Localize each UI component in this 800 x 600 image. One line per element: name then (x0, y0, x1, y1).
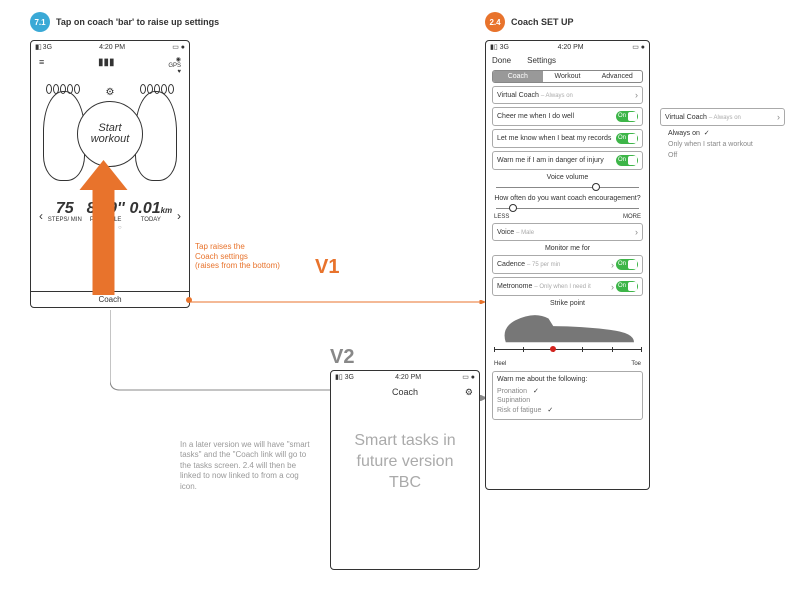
placeholder-text: Smart tasks in future version TBC (331, 401, 479, 523)
toggle-on[interactable] (616, 259, 638, 270)
status-right: ▭ ● (172, 43, 185, 51)
label-v1: V1 (315, 256, 339, 279)
label-monitor: Monitor me for (486, 245, 649, 252)
chevron-left-icon[interactable]: ‹ (39, 209, 43, 223)
option-always-on[interactable]: Always on ✓ (668, 128, 785, 139)
slider-encouragement[interactable] (496, 204, 639, 212)
signal-label: ▮▯ 3G (35, 43, 52, 51)
warn-pronation[interactable]: Pronation✓ (497, 386, 638, 396)
warn-header: Warn me about the following: (497, 376, 638, 383)
slider-volume[interactable] (496, 183, 639, 191)
clock: 4:20 PM (99, 44, 125, 51)
status-bar: ▮▯ 3G 4:20 PM ▭ ● (486, 41, 649, 53)
menu-icon[interactable]: ≡ (39, 57, 44, 67)
row-metronome[interactable]: Metronome – Only when I need it› (492, 277, 643, 296)
status-bar: ▮▯ 3G 4:20 PM ▭ ● (331, 371, 479, 383)
toggle-on[interactable] (616, 281, 638, 292)
warn-fatigue[interactable]: Risk of fatigue✓ (497, 405, 638, 415)
chevron-right-icon[interactable]: › (177, 209, 181, 223)
option-workout-only[interactable]: Only when I start a workout (668, 139, 785, 150)
start-line2: workout (91, 134, 130, 145)
phone-workout: ▮▯ 3G 4:20 PM ▭ ● ≡ ▮▮▮ ◉GPS♥ ⚙ Start wo… (30, 40, 190, 308)
metric-distance: 0.01kmTODAY (129, 201, 172, 223)
done-button[interactable]: Done (492, 56, 511, 65)
chevron-right-icon: › (635, 227, 638, 237)
page-dots[interactable]: ● ○ ○ (37, 225, 183, 231)
virtual-coach-popover: Virtual Coach – Always on › Always on ✓ … (660, 108, 785, 162)
badge-7-1: 7.1 (30, 12, 50, 32)
check-icon: ✓ (533, 387, 539, 395)
row-virtual-coach[interactable]: Virtual Coach – Always on › (492, 86, 643, 104)
coach-bar[interactable]: Coach (31, 291, 189, 307)
option-off[interactable]: Off (668, 150, 785, 161)
tab-workout[interactable]: Workout (543, 71, 593, 82)
check-icon: ✓ (547, 406, 553, 414)
strike-marker[interactable] (550, 346, 556, 352)
signal-label: ▮▯ 3G (335, 373, 354, 381)
coach-title: Coach (392, 387, 418, 397)
row-records[interactable]: Let me know when I beat my records (492, 129, 643, 148)
shoe-icon (494, 309, 641, 347)
row-injury[interactable]: Warn me if I am in danger of injury (492, 151, 643, 170)
check-icon: ✓ (704, 130, 710, 137)
bars-icon[interactable]: ▮▮▮ (98, 57, 115, 68)
strike-scale[interactable] (494, 349, 641, 361)
status-bar: ▮▯ 3G 4:20 PM ▭ ● (31, 41, 189, 53)
gear-icon[interactable]: ⚙ (465, 387, 473, 398)
chevron-right-icon: › (777, 112, 780, 122)
warn-supination[interactable]: Supination (497, 396, 638, 405)
badge-2-4: 2.4 (485, 12, 505, 32)
toggle-on[interactable] (616, 155, 638, 166)
annotation-tap-raises: Tap raises the Coach settings (raises fr… (195, 242, 280, 271)
label-voice-volume: Voice volume (486, 174, 649, 181)
segmented-control[interactable]: Coach Workout Advanced (492, 70, 643, 83)
tab-coach[interactable]: Coach (493, 71, 543, 82)
toggle-on[interactable] (616, 111, 638, 122)
row-cheer[interactable]: Cheer me when I do well (492, 107, 643, 126)
settings-title: Settings (511, 56, 643, 65)
metric-pace: 8'40''PACE/MILE (87, 201, 125, 223)
note-v2: In a later version we will have "smart t… (180, 440, 310, 492)
metric-steps: 75STEPS/ MIN (48, 201, 82, 223)
label-strike: Strike point (486, 300, 649, 307)
start-workout-button[interactable]: Start workout (77, 101, 143, 167)
row-voice[interactable]: Voice – Male› (492, 223, 643, 241)
section-7-1-title: Tap on coach 'bar' to raise up settings (56, 17, 219, 27)
gps-heart[interactable]: ◉GPS♥ (168, 57, 181, 75)
row-cadence[interactable]: Cadence – 75 per min› (492, 255, 643, 274)
section-2-4-header: 2.4 Coach SET UP (485, 12, 574, 32)
metrics-row: ‹ 75STEPS/ MIN 8'40''PACE/MILE 0.01kmTOD… (37, 201, 183, 223)
tab-advanced[interactable]: Advanced (592, 71, 642, 82)
section-7-1-header: 7.1 Tap on coach 'bar' to raise up setti… (30, 12, 219, 32)
label-encouragement: How often do you want coach encouragemen… (486, 195, 649, 202)
popover-row[interactable]: Virtual Coach – Always on › (660, 108, 785, 126)
gear-icon[interactable]: ⚙ (106, 87, 115, 98)
section-2-4-title: Coach SET UP (511, 17, 574, 27)
coach-header: Coach ⚙ (331, 383, 479, 401)
clock: 4:20 PM (395, 374, 421, 381)
chevron-right-icon: › (635, 90, 638, 100)
phone-coach-v2: ▮▯ 3G 4:20 PM ▭ ● Coach ⚙ Smart tasks in… (330, 370, 480, 570)
warn-box: Warn me about the following: Pronation✓ … (492, 371, 643, 420)
toggle-on[interactable] (616, 133, 638, 144)
feet-illustration: ⚙ Start workout (37, 79, 183, 199)
phone-settings: ▮▯ 3G 4:20 PM ▭ ● Done Settings Coach Wo… (485, 40, 650, 490)
